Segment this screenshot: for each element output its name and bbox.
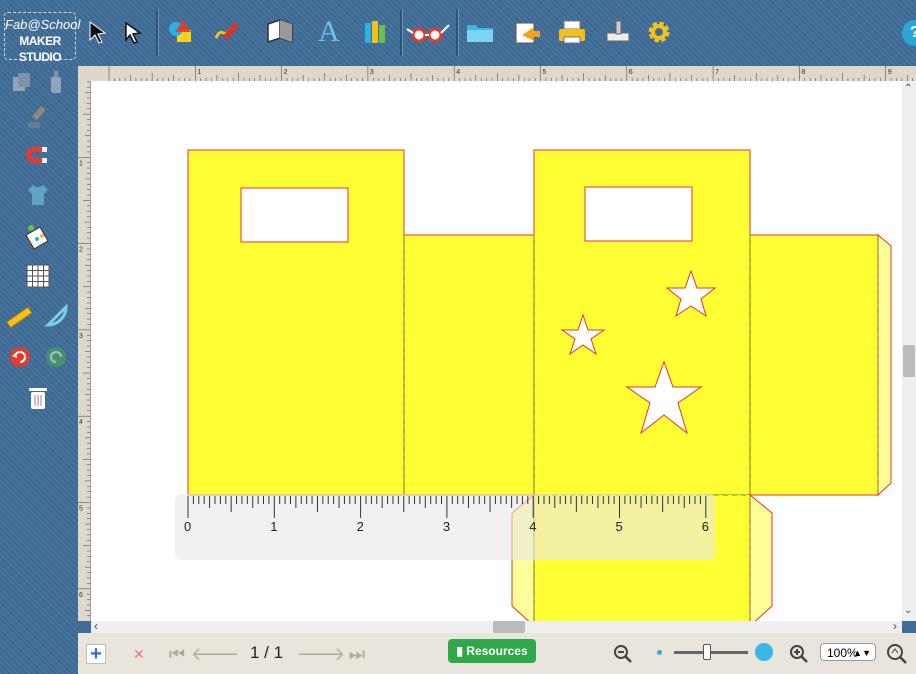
print-icon[interactable]: [554, 12, 590, 52]
zoom-in-icon[interactable]: [788, 643, 810, 665]
page-indicator: 1 / 1: [250, 643, 284, 662]
library-tool-icon[interactable]: [358, 12, 394, 52]
trash-icon[interactable]: [22, 382, 54, 414]
export-icon[interactable]: [509, 12, 545, 52]
settings-gear-icon[interactable]: [641, 12, 677, 52]
top-ruler-label: 3: [370, 69, 374, 76]
help-button[interactable]: ?: [902, 20, 916, 46]
protractor-icon[interactable]: [42, 301, 74, 333]
glue-icon[interactable]: [40, 66, 72, 98]
cutter-icon[interactable]: [600, 12, 636, 52]
top-ruler-label: 7: [715, 69, 719, 76]
top-ruler-label: 5: [543, 69, 547, 76]
left-ruler-label: 5: [79, 506, 83, 513]
ruler-tool-icon[interactable]: [2, 301, 34, 333]
zoom-max-dot: [755, 643, 773, 661]
top-toolbar: Fab@School MAKER STUDIO A ?: [0, 0, 916, 66]
fold-3d-tool-icon[interactable]: [262, 12, 298, 52]
duplicate-icon[interactable]: [6, 66, 38, 98]
left-sidebar: [0, 66, 78, 674]
horizontal-scrollbar[interactable]: ‹ ›: [91, 619, 902, 633]
left-ruler: 1234567: [78, 81, 91, 621]
next-page-icon[interactable]: 🡒: [297, 643, 345, 665]
toolbar-separator: [456, 10, 459, 56]
zoom-min-dot: [657, 650, 662, 655]
left-ruler-label: 1: [79, 160, 83, 167]
top-ruler-label: 4: [456, 69, 460, 76]
delete-page-icon[interactable]: ✕: [128, 643, 150, 665]
top-ruler-label: 6: [629, 69, 633, 76]
select-arrows-icon: ▲▼: [853, 648, 871, 658]
horizontal-scroll-thumb[interactable]: [493, 621, 525, 633]
top-ruler-label: 8: [801, 69, 805, 76]
text-tool-icon[interactable]: A: [311, 12, 347, 52]
bottom-bar: + ✕ ⏮ 🡐 1 / 1 🡒 ⏭ ▮ Resources 100% ▲▼: [78, 633, 916, 674]
left-ruler-label: 6: [79, 592, 83, 599]
window-cutout: [584, 186, 693, 242]
top-ruler: 12345678910: [78, 66, 916, 82]
vertical-scrollbar[interactable]: ⌃ ⌄: [902, 81, 916, 621]
zoom-fit-icon[interactable]: [886, 643, 908, 665]
magnet-icon[interactable]: [22, 139, 54, 171]
window-cutout: [240, 187, 349, 243]
scroll-up-arrow[interactable]: ⌃: [904, 83, 912, 94]
scroll-right-arrow[interactable]: ›: [893, 619, 897, 633]
redo-icon[interactable]: [40, 341, 72, 373]
draw-tool-icon[interactable]: [210, 12, 246, 52]
fill-bucket-icon[interactable]: [22, 221, 54, 253]
last-page-icon[interactable]: ⏭: [346, 643, 368, 665]
scroll-down-arrow[interactable]: ⌄: [904, 605, 912, 616]
stamp-icon[interactable]: [22, 102, 54, 134]
book-icon: ▮: [456, 644, 463, 658]
prev-page-icon[interactable]: 🡐: [191, 643, 239, 665]
direct-select-tool-icon[interactable]: [115, 12, 151, 52]
scroll-left-arrow[interactable]: ‹: [94, 619, 98, 633]
left-ruler-label: 3: [79, 333, 83, 340]
select-tool-icon[interactable]: [80, 12, 116, 52]
resources-button[interactable]: ▮ Resources: [448, 639, 536, 663]
preview-glasses-icon[interactable]: [404, 12, 452, 52]
grid-icon[interactable]: [22, 260, 54, 292]
zoom-out-icon[interactable]: [612, 643, 634, 665]
top-ruler-label: 1: [197, 69, 201, 76]
first-page-icon[interactable]: ⏮: [166, 643, 188, 665]
measure-ruler[interactable]: [175, 494, 715, 560]
app-logo: Fab@School MAKER STUDIO: [4, 12, 80, 64]
toolbar-separator: [156, 10, 159, 56]
design-canvas[interactable]: 0123456: [91, 81, 902, 621]
top-ruler-label: 2: [284, 69, 288, 76]
vertical-scroll-thumb[interactable]: [903, 345, 915, 377]
undo-icon[interactable]: [4, 341, 36, 373]
zoom-slider-thumb[interactable]: [703, 644, 712, 660]
add-page-icon[interactable]: +: [86, 643, 106, 665]
toolbar-separator: [400, 10, 403, 56]
left-ruler-label: 4: [79, 419, 83, 426]
shapes-tool-icon[interactable]: [163, 12, 199, 52]
left-ruler-label: 2: [79, 247, 83, 254]
zoom-select[interactable]: 100% ▲▼: [820, 643, 876, 661]
top-ruler-label: 9: [888, 69, 892, 76]
shirt-icon[interactable]: [22, 179, 54, 211]
open-folder-icon[interactable]: [462, 12, 498, 52]
